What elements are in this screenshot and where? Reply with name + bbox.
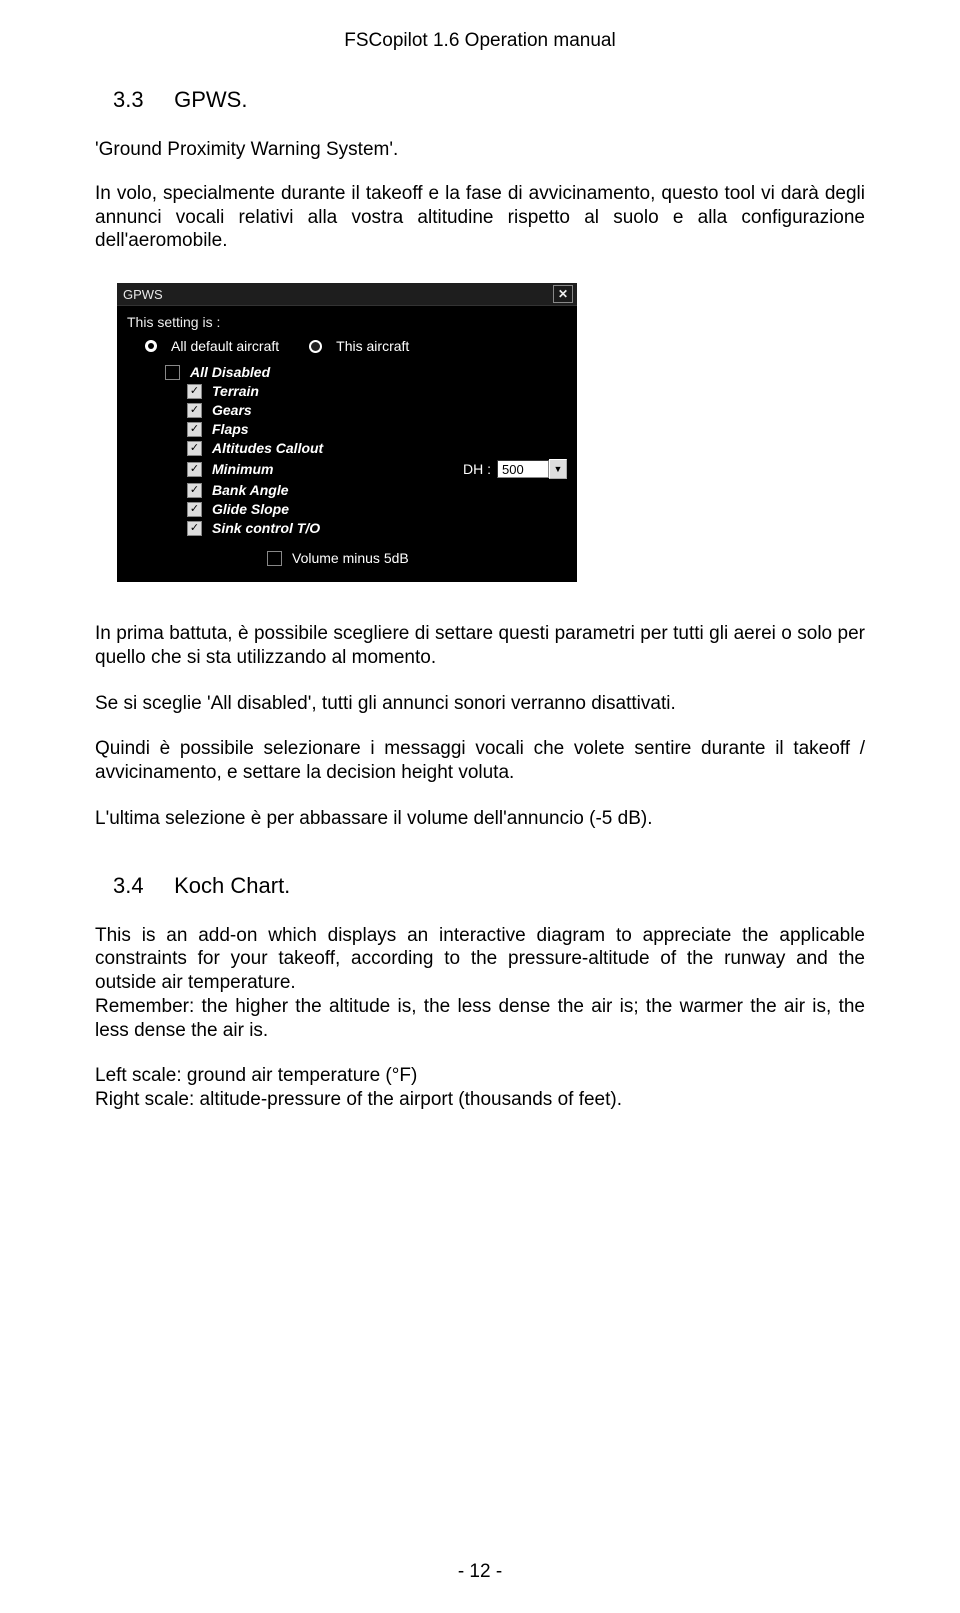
paragraph-all-disabled: Se si sceglie 'All disabled', tutti gli … [95,692,865,716]
checkbox-sink-control[interactable]: ✓ [187,521,202,536]
gpws-panel: GPWS ✕ This setting is : All default air… [117,283,577,582]
section-3-4-heading: 3.4 Koch Chart. [113,873,865,899]
checkbox-terrain-label: Terrain [212,383,259,399]
paragraph-gpws-intro: In volo, specialmente durante il takeoff… [95,182,865,253]
checkbox-volume-minus-5db[interactable] [267,551,282,566]
radio-this-aircraft-label: This aircraft [336,338,409,354]
gpws-window-title: GPWS [123,287,163,302]
gpws-screenshot: GPWS ✕ This setting is : All default air… [117,283,865,582]
radio-all-default-label: All default aircraft [171,338,279,354]
radio-this-aircraft[interactable] [309,340,322,353]
paragraph-koch-remember: Remember: the higher the altitude is, th… [95,995,865,1043]
dh-label: DH : [463,461,491,477]
paragraph-gpws-name: 'Ground Proximity Warning System'. [95,138,865,162]
gpws-titlebar: GPWS ✕ [117,283,577,306]
checkbox-bank-angle[interactable]: ✓ [187,483,202,498]
gpws-setting-label: This setting is : [127,314,567,330]
section-number: 3.3 [113,87,168,113]
section-3-3-heading: 3.3 GPWS. [113,87,865,113]
checkbox-volume-label: Volume minus 5dB [292,550,409,566]
close-icon[interactable]: ✕ [553,285,573,303]
paragraph-ultima-selezione: L'ultima selezione è per abbassare il vo… [95,807,865,831]
section-title: GPWS. [174,87,247,112]
section-title: Koch Chart. [174,873,290,898]
checkbox-terrain[interactable]: ✓ [187,384,202,399]
checkbox-altitudes-callout[interactable]: ✓ [187,441,202,456]
paragraph-selezionare: Quindi è possibile selezionare i messagg… [95,737,865,785]
section-number: 3.4 [113,873,168,899]
checkbox-bank-angle-label: Bank Angle [212,482,289,498]
paragraph-prima-battuta: In prima battuta, è possibile scegliere … [95,622,865,670]
checkbox-glide-slope-label: Glide Slope [212,501,289,517]
checkbox-minimum-label: Minimum [212,461,273,477]
radio-all-default-aircraft[interactable] [145,340,157,352]
checkbox-all-disabled-label: All Disabled [190,364,270,380]
checkbox-gears[interactable]: ✓ [187,403,202,418]
chevron-down-icon[interactable]: ▼ [549,459,567,479]
checkbox-flaps[interactable]: ✓ [187,422,202,437]
page-number: - 12 - [0,1561,960,1583]
dh-input[interactable]: 500 [497,460,549,478]
paragraph-right-scale: Right scale: altitude-pressure of the ai… [95,1088,865,1112]
page-header: FSCopilot 1.6 Operation manual [95,30,865,52]
checkbox-sink-control-label: Sink control T/O [212,520,320,536]
checkbox-gears-label: Gears [212,402,252,418]
checkbox-glide-slope[interactable]: ✓ [187,502,202,517]
checkbox-altitudes-callout-label: Altitudes Callout [212,440,323,456]
checkbox-all-disabled[interactable] [165,365,180,380]
paragraph-koch-intro: This is an add-on which displays an inte… [95,924,865,995]
checkbox-minimum[interactable]: ✓ [187,462,202,477]
paragraph-left-scale: Left scale: ground air temperature (°F) [95,1064,865,1088]
checkbox-flaps-label: Flaps [212,421,249,437]
